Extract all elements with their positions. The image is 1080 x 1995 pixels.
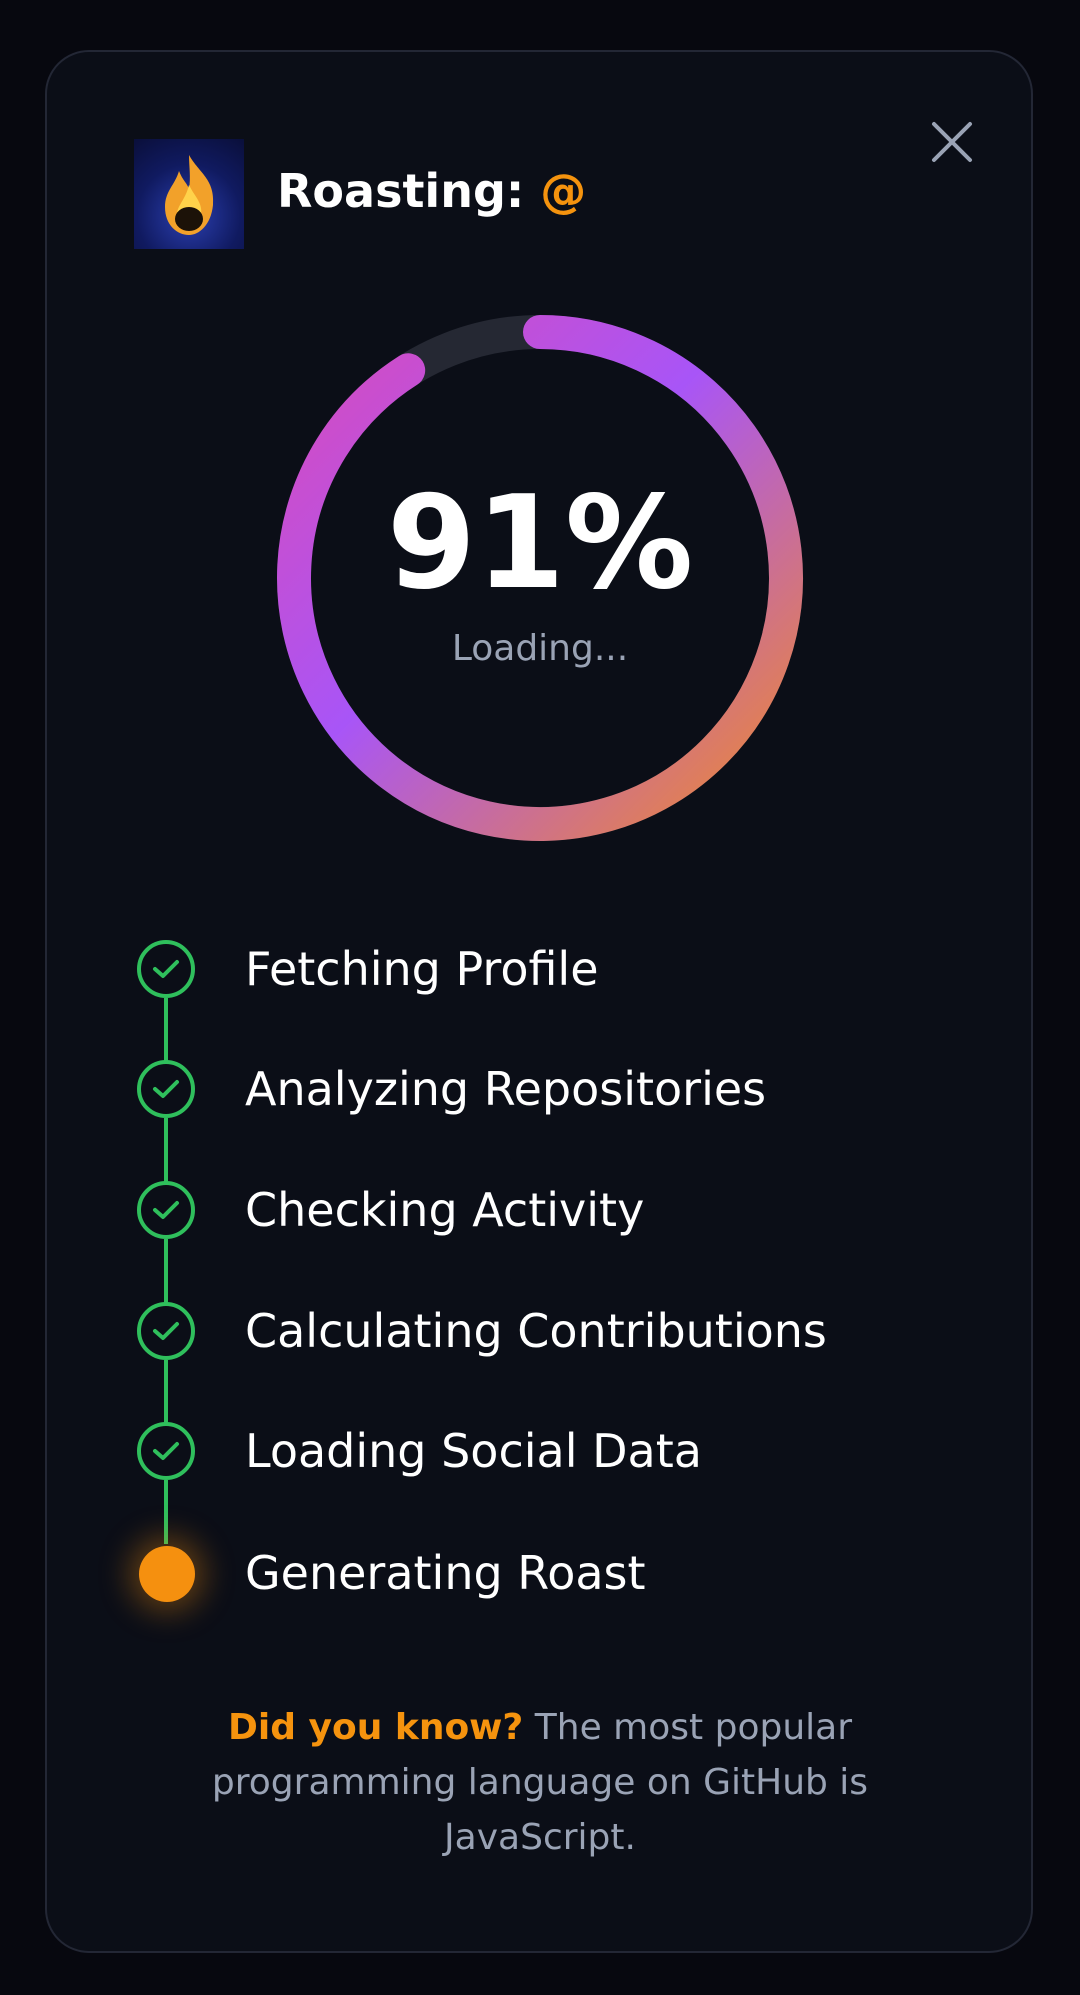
step-connector xyxy=(164,1480,168,1544)
title-prefix: Roasting: xyxy=(277,164,525,218)
check-icon xyxy=(153,960,179,978)
close-button[interactable] xyxy=(927,117,977,167)
progress-status: Loading... xyxy=(451,628,629,669)
step-check-icon xyxy=(137,1060,195,1118)
step-check-icon xyxy=(137,1302,195,1360)
progress-percent: 91% xyxy=(386,469,694,618)
fact-lead: Did you know? xyxy=(227,1707,524,1748)
username-handle: @ xyxy=(540,164,587,218)
check-icon xyxy=(153,1201,179,1219)
check-icon xyxy=(153,1442,179,1460)
modal-title: Roasting: @ xyxy=(277,164,586,218)
fire-icon-glyph xyxy=(165,155,214,235)
fun-fact: Did you know? The most popular programmi… xyxy=(150,1700,930,1865)
step-label: Calculating Contributions xyxy=(245,1304,827,1358)
step-connector xyxy=(164,1118,168,1184)
check-icon xyxy=(153,1080,179,1098)
check-icon xyxy=(153,1322,179,1340)
step-active-indicator xyxy=(139,1546,195,1602)
step-connector xyxy=(164,1360,168,1426)
step-label: Analyzing Repositories xyxy=(245,1062,767,1116)
step-label: Checking Activity xyxy=(245,1183,645,1237)
step-check-icon xyxy=(137,1422,195,1480)
step-label: Loading Social Data xyxy=(245,1424,702,1478)
fire-icon xyxy=(134,139,244,249)
step-check-icon xyxy=(137,1181,195,1239)
close-icon xyxy=(932,122,972,162)
step-connector xyxy=(164,1239,168,1305)
step-label: Fetching Profile xyxy=(245,942,599,996)
step-connector xyxy=(164,998,168,1064)
step-check-icon xyxy=(137,940,195,998)
step-label: Generating Roast xyxy=(245,1546,646,1600)
